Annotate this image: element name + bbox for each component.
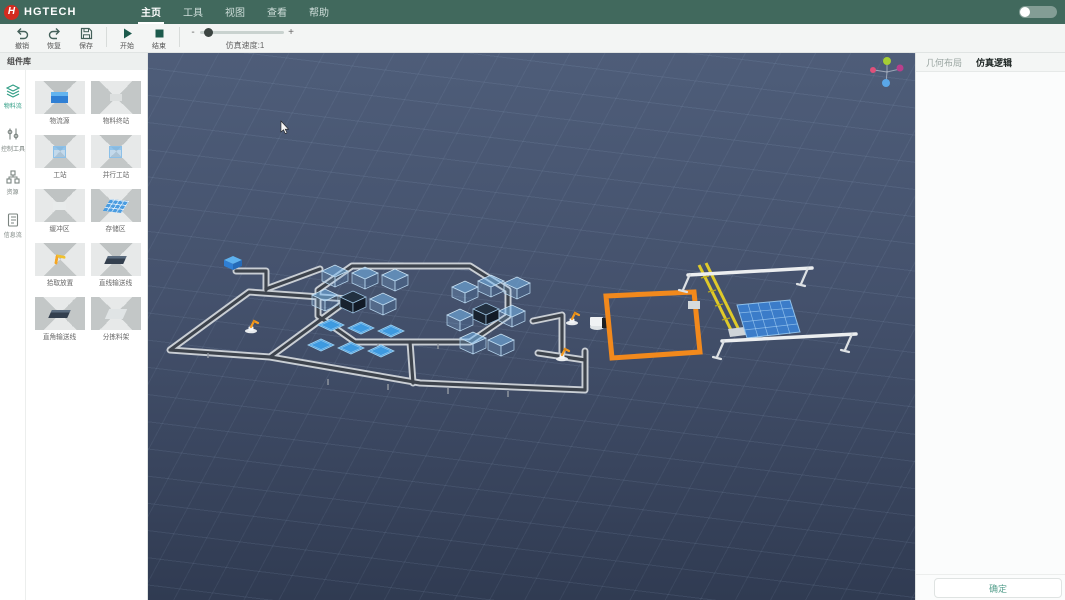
speed-increase-button[interactable]: + (288, 27, 294, 38)
save-icon (79, 26, 94, 41)
undo-icon (15, 26, 30, 41)
dark-conveyor-icon (104, 256, 127, 264)
palette-item-source[interactable]: 物流源 (35, 81, 85, 126)
brand: H HGTECH (4, 5, 76, 20)
menu-tools[interactable]: 工具 (180, 0, 206, 24)
speed-slider-knob[interactable] (204, 28, 213, 37)
undo-button[interactable]: 撤销 (6, 26, 38, 51)
palette-item-parallel-workstation[interactable]: 并行工站 (91, 135, 141, 180)
save-button[interactable]: 保存 (70, 26, 102, 51)
topbar-toggle[interactable] (1019, 6, 1057, 18)
mouse-cursor-icon (281, 121, 289, 134)
confirm-button[interactable]: 确定 (934, 578, 1062, 598)
control-tools-icon (6, 127, 20, 141)
pale-box-icon (53, 202, 66, 210)
robot-arm[interactable] (566, 312, 579, 325)
start-button[interactable]: 开始 (111, 26, 143, 51)
toolbar-separator (179, 27, 180, 47)
palette-item-buffer[interactable]: 缓冲区 (35, 189, 85, 234)
document-icon (6, 213, 20, 227)
palette-item-straight-conveyor[interactable]: 直线输送线 (91, 243, 141, 288)
tab-geometry-layout[interactable]: 几何布局 (926, 56, 962, 69)
toolbar-separator (106, 27, 107, 47)
gray-box-icon (110, 94, 122, 101)
blue-grid-pallet[interactable] (737, 300, 800, 338)
menu-inspect[interactable]: 查看 (264, 0, 290, 24)
redo-button[interactable]: 恢复 (38, 26, 70, 51)
hgtech-logo-icon: H (4, 5, 19, 20)
axis-y-dot (883, 57, 891, 65)
palette-item-pick-place[interactable]: 拾取放置 (35, 243, 85, 288)
blue-grid-icon (102, 198, 128, 212)
main-menu: 主页 工具 视图 查看 帮助 (138, 0, 332, 24)
robot-arm[interactable] (245, 320, 258, 333)
menu-view[interactable]: 视图 (222, 0, 248, 24)
pale-rack-icon (104, 309, 126, 319)
panel-footer: 确定 (916, 574, 1065, 600)
category-strip: 物料流 控制工具 资源 信息流 (0, 70, 26, 600)
stop-icon (152, 26, 167, 41)
axis-z-dot (882, 79, 890, 87)
category-information-flow[interactable]: 信息流 (0, 213, 26, 239)
toggle-knob-icon (1020, 7, 1030, 17)
menu-home[interactable]: 主页 (138, 0, 164, 24)
top-menu-bar: H HGTECH 主页 工具 视图 查看 帮助 (0, 0, 1065, 24)
category-resources[interactable]: 资源 (0, 170, 26, 196)
rail-bracket (688, 301, 700, 309)
resource-nodes-icon (6, 170, 20, 184)
stop-button[interactable]: 结束 (143, 26, 175, 51)
brand-name: HGTECH (24, 6, 76, 18)
panel-tabs: 几何布局 仿真逻辑 (916, 53, 1065, 72)
robot-arm-icon (54, 254, 66, 266)
blue-cube-icon (109, 146, 122, 158)
viewport-3d-scene[interactable] (148, 53, 915, 600)
simulation-speed-control: - + 仿真速度:1 (190, 27, 300, 51)
properties-panel: 几何布局 仿真逻辑 确定 (915, 53, 1065, 600)
palette-item-workstation[interactable]: 工站 (35, 135, 85, 180)
axis-gizmo[interactable] (870, 57, 904, 87)
layers-icon (6, 84, 20, 98)
palette-item-right-angle-conveyor[interactable]: 直角输送线 (35, 297, 85, 342)
toolbar: 撤销 恢复 保存 开始 结束 - + (0, 24, 1065, 53)
axis-neg-dot (897, 65, 904, 72)
axis-x-dot (870, 67, 876, 73)
factory-scene (148, 53, 915, 600)
storage-panels-cluster[interactable] (308, 319, 404, 357)
tab-simulation-logic[interactable]: 仿真逻辑 (976, 56, 1012, 69)
workstation-cubes-cluster[interactable] (312, 265, 408, 315)
palette-item-sorting-rack[interactable]: 分拣料架 (91, 297, 141, 342)
speed-label: 仿真速度:1 (190, 40, 300, 51)
component-library-sidebar: 组件库 物料流 控制工具 资源 (0, 53, 148, 600)
blue-cube-icon (53, 146, 66, 158)
blue-box-icon (51, 92, 68, 103)
redo-icon (47, 26, 62, 41)
category-control-tools[interactable]: 控制工具 (0, 127, 26, 153)
palette-item-material-end[interactable]: 物料终站 (91, 81, 141, 126)
orange-fence[interactable] (606, 292, 700, 358)
speed-decrease-button[interactable]: - (190, 27, 196, 38)
play-icon (120, 26, 135, 41)
dark-conveyor-icon (48, 310, 71, 318)
menu-help[interactable]: 帮助 (306, 0, 332, 24)
sidebar-header: 组件库 (0, 53, 147, 70)
category-material-flow[interactable]: 物料流 (0, 84, 26, 110)
speed-slider[interactable] (200, 31, 284, 34)
palette-item-storage[interactable]: 存储区 (91, 189, 141, 234)
component-palette: 物流源 物料终站 工站 并行工站 缓冲区 存储区 拾取放置 直线输送线 (27, 70, 147, 600)
